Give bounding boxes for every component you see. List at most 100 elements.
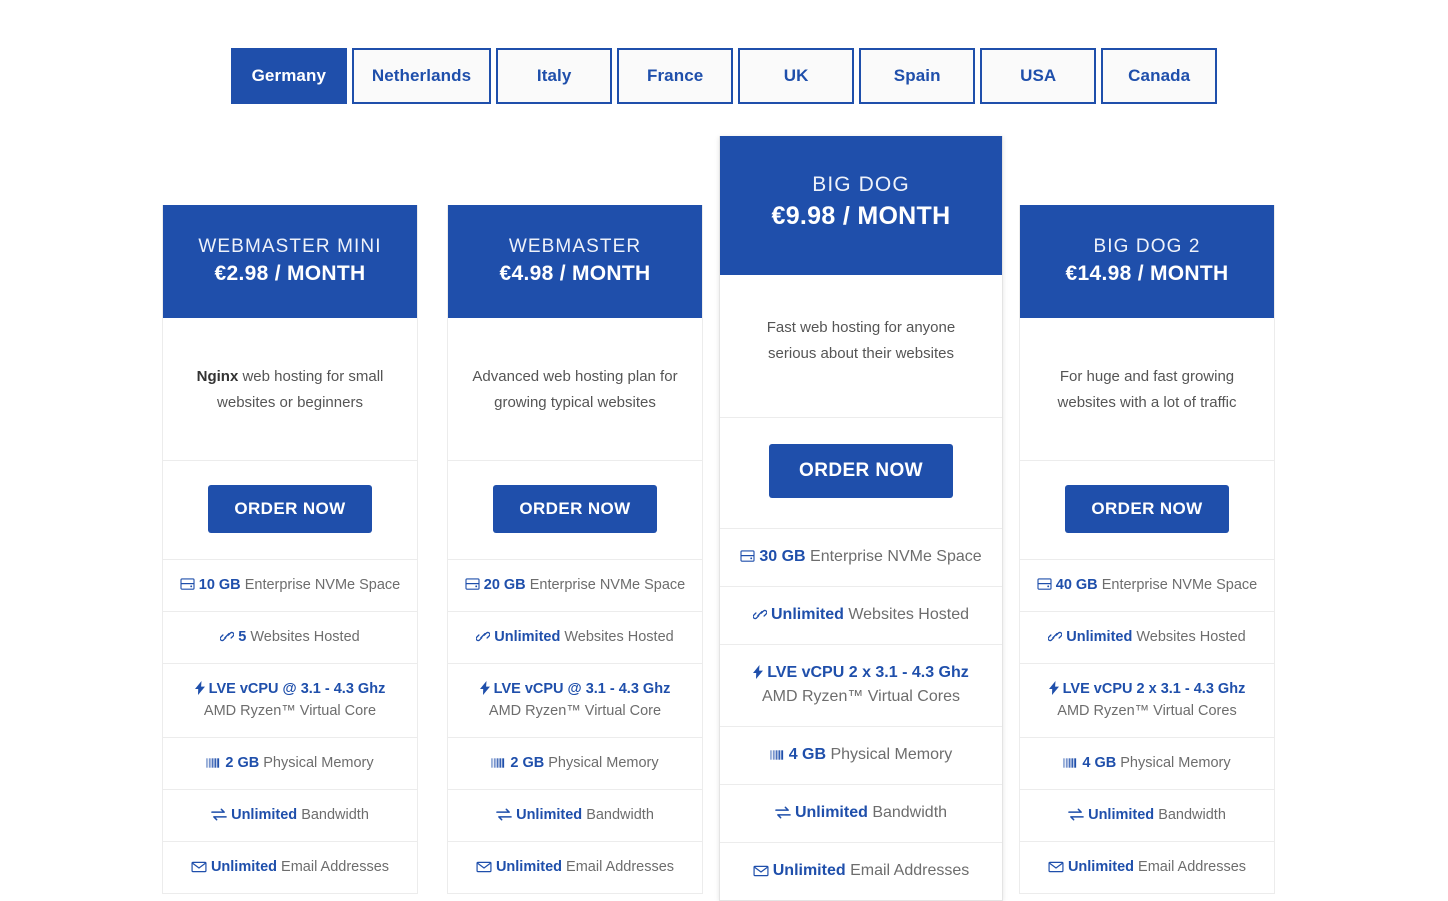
country-tab-spain[interactable]: Spain (859, 48, 976, 104)
memory-icon (1063, 757, 1078, 769)
plan-feature-line: 2 GB Physical Memory (456, 752, 694, 774)
plan-feature-value: Unlimited (210, 858, 278, 875)
memory-icon (769, 749, 785, 761)
plan-feature-label: Enterprise NVMe Space (810, 548, 982, 566)
plan-cta-area: ORDER NOW (1020, 461, 1274, 560)
plan-feature-line: 2 GB Physical Memory (171, 752, 409, 774)
plan-feature-subtext: AMD Ryzen™ Virtual Cores (762, 688, 960, 706)
plan-feature-value: Unlimited (1066, 628, 1133, 645)
country-tab-italy[interactable]: Italy (496, 48, 613, 104)
plan-feature-row: 30 GB Enterprise NVMe Space (720, 529, 1002, 588)
plan-header: BIG DOG 2 €14.98 / MONTH (1020, 205, 1274, 318)
plan-feature-line: 10 GB Enterprise NVMe Space (171, 574, 409, 596)
plan-feature-label: Physical Memory (548, 754, 659, 771)
country-tab-usa[interactable]: USA (980, 48, 1097, 104)
plan-feature-label: Email Addresses (850, 862, 970, 880)
plan-header: BIG DOG €9.98 / MONTH (720, 136, 1002, 276)
plan-feature-line: Unlimited Websites Hosted (1028, 626, 1266, 648)
order-now-button[interactable]: ORDER NOW (1065, 484, 1229, 533)
exchange-icon (775, 806, 791, 819)
plan-feature-value: Unlimited (495, 858, 563, 875)
plan-feature-row: Unlimited Bandwidth (1020, 790, 1274, 842)
plan-feature-subtext: AMD Ryzen™ Virtual Core (488, 702, 662, 719)
country-tab-germany[interactable]: Germany (230, 48, 347, 104)
plan-feature-label: Email Addresses (281, 858, 390, 875)
plan-feature-line: Unlimited Websites Hosted (728, 603, 994, 627)
plan-feature-value: Unlimited (231, 806, 298, 823)
bolt-icon (1048, 680, 1059, 695)
link-icon (1048, 630, 1063, 643)
plan-description-text: Advanced web hosting plan for growing ty… (472, 367, 678, 411)
link-icon (476, 630, 491, 643)
plan-feature-row: 4 GB Physical Memory (720, 727, 1002, 786)
envelope-icon (476, 861, 492, 873)
plan-feature-row: LVE vCPU 2 x 3.1 - 4.3 Ghz AMD Ryzen™ Vir… (720, 645, 1002, 728)
plan-feature-row: 4 GB Physical Memory (1020, 738, 1274, 790)
plan-feature-line: 30 GB Enterprise NVMe Space (728, 545, 994, 569)
plan-feature-value: 4 GB (1082, 754, 1117, 771)
plan-header: WEBMASTER MINI €2.98 / MONTH (163, 205, 417, 318)
link-icon (753, 608, 767, 621)
plan-feature-value: LVE vCPU @ 3.1 - 4.3 Ghz (493, 680, 671, 697)
pricing-plan-grid: WEBMASTER MINI €2.98 / MONTH Nginx web hos… (162, 136, 1275, 901)
plan-feature-subtext: AMD Ryzen™ Virtual Cores (1057, 702, 1237, 719)
plan-description-emphasis: Nginx (196, 367, 239, 385)
memory-icon (491, 757, 506, 769)
plan-feature-value: 40 GB (1055, 576, 1098, 593)
plan-feature-row: 2 GB Physical Memory (448, 738, 702, 790)
bolt-icon (753, 665, 764, 680)
country-tab-uk[interactable]: UK (738, 48, 855, 104)
plan-price: €4.98 / MONTH (499, 261, 651, 285)
plan-feature-value: 30 GB (759, 548, 806, 566)
plan-feature-row: 40 GB Enterprise NVMe Space (1020, 560, 1274, 612)
country-tab-bar: Germany Netherlands Italy France UK Spain USA C… (0, 48, 1448, 104)
plan-feature-label: Websites Hosted (848, 606, 969, 624)
plan-name: BIG DOG 2 (1093, 236, 1201, 257)
pricing-card: WEBMASTER MINI €2.98 / MONTH Nginx web hos… (162, 205, 418, 894)
plan-feature-line: Unlimited Email Addresses (456, 856, 694, 878)
plan-feature-label: Bandwidth (301, 806, 369, 823)
plan-feature-row: Unlimited Bandwidth (448, 790, 702, 842)
plan-description: Nginx web hosting for small websites or … (163, 318, 417, 461)
plan-feature-line: LVE vCPU @ 3.1 - 4.3 Ghz (456, 678, 694, 700)
plan-feature-row: Unlimited Bandwidth (720, 785, 1002, 844)
plan-feature-value: Unlimited (516, 806, 583, 823)
plan-feature-value: 20 GB (483, 576, 526, 593)
envelope-icon (191, 861, 207, 873)
order-now-button[interactable]: ORDER NOW (493, 484, 657, 533)
plan-feature-row: 20 GB Enterprise NVMe Space (448, 560, 702, 612)
country-tab-france[interactable]: France (617, 48, 734, 104)
plan-feature-row: 5 Websites Hosted (163, 612, 417, 664)
country-tab-canada[interactable]: Canada (1101, 48, 1218, 104)
plan-feature-label: Websites Hosted (250, 628, 360, 645)
plan-description-text: For huge and fast growing websites with … (1057, 367, 1237, 411)
exchange-icon (211, 808, 227, 821)
hdd-icon (465, 578, 480, 591)
envelope-icon (753, 865, 769, 877)
plan-feature-row: Unlimited Websites Hosted (1020, 612, 1274, 664)
exchange-icon (1068, 808, 1084, 821)
plan-feature-value: Unlimited (494, 628, 561, 645)
plan-feature-line: LVE vCPU 2 x 3.1 - 4.3 Ghz (728, 661, 994, 685)
exchange-icon (496, 808, 512, 821)
plan-feature-row: 10 GB Enterprise NVMe Space (163, 560, 417, 612)
plan-feature-line: 20 GB Enterprise NVMe Space (456, 574, 694, 596)
plan-feature-row: Unlimited Websites Hosted (448, 612, 702, 664)
order-now-button[interactable]: ORDER NOW (208, 484, 372, 533)
plan-feature-value: 10 GB (198, 576, 241, 593)
plan-feature-value: 2 GB (510, 754, 545, 771)
plan-feature-label: Enterprise NVMe Space (1101, 576, 1258, 593)
plan-feature-row: Unlimited Email Addresses (448, 842, 702, 893)
order-now-button[interactable]: ORDER NOW (769, 444, 953, 499)
plan-feature-line: Unlimited Email Addresses (171, 856, 409, 878)
plan-description: For huge and fast growing websites with … (1020, 318, 1274, 461)
plan-feature-line: Unlimited Bandwidth (728, 801, 994, 825)
plan-feature-line: Unlimited Bandwidth (456, 804, 694, 826)
plan-feature-label: Bandwidth (872, 804, 948, 822)
bolt-icon (194, 680, 205, 695)
plan-cta-area: ORDER NOW (720, 418, 1002, 530)
country-tab-netherlands[interactable]: Netherlands (351, 48, 492, 104)
plan-feature-value: 4 GB (788, 746, 827, 764)
plan-description-text: Fast web hosting for anyone serious abou… (766, 319, 956, 363)
plan-feature-label: Bandwidth (586, 806, 654, 823)
